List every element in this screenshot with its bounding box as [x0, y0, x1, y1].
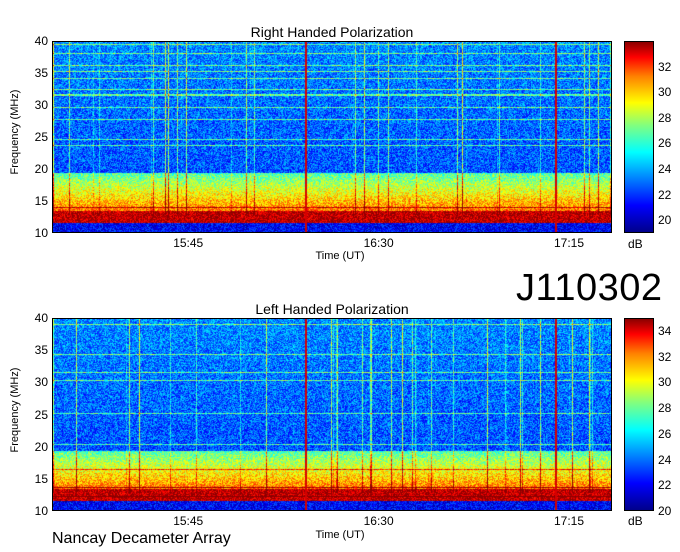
y-tick-label: 10: [34, 226, 48, 240]
colorbar-tick-label: 20: [658, 504, 672, 518]
y-tick-label: 25: [34, 130, 48, 144]
colorbar-tick-label: 20: [658, 213, 672, 228]
colorbar-tick-label: 28: [658, 401, 672, 416]
x-tick-label: 16:30: [363, 236, 394, 250]
colorbar-tick-label: 24: [658, 452, 672, 467]
x-tick-label: 15:45: [173, 236, 204, 250]
y-tick-label: 20: [34, 162, 48, 176]
y-tick-label: 15: [34, 194, 48, 208]
top-spectrogram: [52, 41, 612, 233]
colorbar-tick-label: 30: [658, 375, 672, 390]
top-y-axis-label: Frequency (MHz): [9, 89, 21, 175]
y-tick-label: 40: [34, 34, 48, 48]
top-colorbar: [624, 41, 654, 233]
bottom-spectrogram-canvas: [53, 319, 611, 510]
y-tick-label: 15: [34, 471, 48, 486]
y-tick-label: 35: [34, 343, 48, 358]
top-spectrogram-canvas: [53, 42, 611, 232]
y-tick-label: 30: [34, 98, 48, 112]
bottom-panel-title: Left Handed Polarization: [255, 301, 409, 317]
x-tick-label: 15:45: [173, 514, 204, 528]
observatory-name: Nancay Decameter Array: [52, 530, 231, 547]
top-panel-title: Right Handed Polarization: [250, 24, 414, 40]
x-tick-label: 17:15: [554, 236, 585, 250]
y-tick-label: 35: [34, 66, 48, 80]
bottom-colorbar: [624, 318, 654, 511]
colorbar-tick-label: 24: [658, 162, 672, 176]
colorbar-tick-label: 26: [658, 426, 672, 441]
colorbar-tick-label: 30: [658, 85, 672, 100]
y-tick-label: 25: [34, 407, 48, 422]
y-tick-label: 20: [34, 439, 48, 454]
y-tick-label: 10: [34, 504, 48, 518]
colorbar-tick-label: 34: [658, 323, 672, 338]
bottom-colorbar-label: dB: [628, 514, 643, 528]
x-tick-label: 17:15: [554, 514, 585, 528]
y-tick-label: 30: [34, 375, 48, 390]
bottom-x-axis-label: Time (UT): [315, 529, 365, 541]
colorbar-tick-label: 26: [658, 136, 672, 151]
top-x-axis-label: Time (UT): [315, 250, 365, 262]
colorbar-tick-label: 22: [658, 187, 672, 202]
colorbar-tick-label: 22: [658, 478, 672, 493]
colorbar-tick-label: 28: [658, 110, 672, 125]
colorbar-tick-label: 32: [658, 59, 672, 74]
bottom-y-axis-label: Frequency (MHz): [9, 367, 21, 453]
x-tick-label: 16:30: [363, 514, 394, 528]
bottom-spectrogram: [52, 318, 612, 511]
top-colorbar-label: dB: [628, 237, 643, 251]
colorbar-tick-label: 32: [658, 349, 672, 364]
y-tick-label: 40: [34, 311, 48, 325]
